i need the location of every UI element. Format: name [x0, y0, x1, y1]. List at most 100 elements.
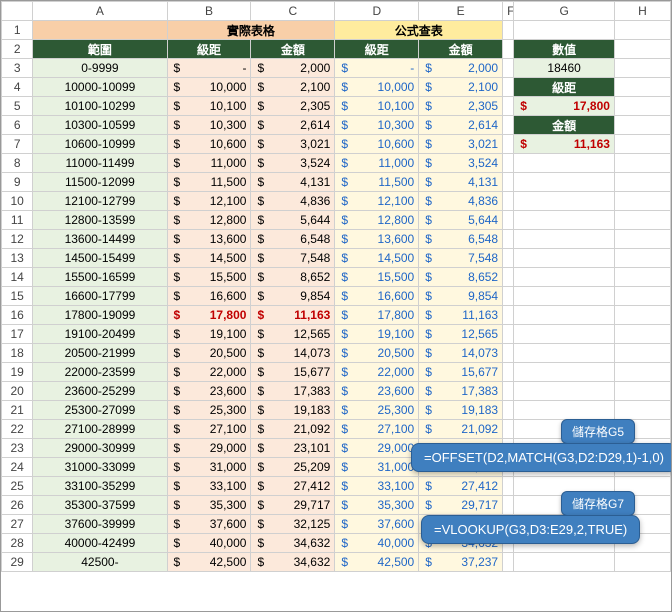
amount-cell[interactable]: 21,092	[251, 420, 335, 439]
amount-cell[interactable]: 5,644	[251, 211, 335, 230]
cell[interactable]	[503, 97, 514, 116]
step-cell-formula[interactable]: 10,100	[335, 97, 419, 116]
step-cell[interactable]: 31,000	[167, 458, 251, 477]
cell[interactable]	[503, 249, 514, 268]
row-header[interactable]: 14	[2, 268, 33, 287]
cell[interactable]	[614, 97, 670, 116]
amount-cell[interactable]: 2,305	[251, 97, 335, 116]
amount-cell-formula[interactable]: 2,100	[419, 78, 503, 97]
header-formula[interactable]: 公式查表	[335, 21, 503, 40]
step-cell[interactable]: 25,300	[167, 401, 251, 420]
range-cell[interactable]: 40000-42499	[33, 534, 167, 553]
step-cell[interactable]: 42,500	[167, 553, 251, 572]
cell[interactable]	[614, 287, 670, 306]
cell[interactable]	[503, 325, 514, 344]
cell[interactable]	[614, 553, 670, 572]
step-cell-formula[interactable]: 20,500	[335, 344, 419, 363]
cell[interactable]	[614, 21, 670, 40]
amount-cell-formula[interactable]: 14,073	[419, 344, 503, 363]
range-cell[interactable]: 23600-25299	[33, 382, 167, 401]
row-header[interactable]: 12	[2, 230, 33, 249]
cell[interactable]	[503, 382, 514, 401]
cell[interactable]	[614, 268, 670, 287]
step-cell[interactable]: -	[167, 59, 251, 78]
step-cell-formula[interactable]: 11,000	[335, 154, 419, 173]
amount-cell-formula[interactable]: 2,305	[419, 97, 503, 116]
col-header[interactable]: C	[251, 2, 335, 21]
cell[interactable]	[614, 401, 670, 420]
step-cell[interactable]: 27,100	[167, 420, 251, 439]
cell[interactable]	[614, 363, 670, 382]
cell[interactable]	[614, 306, 670, 325]
cell[interactable]	[514, 21, 615, 40]
cell[interactable]	[503, 401, 514, 420]
cell[interactable]	[614, 173, 670, 192]
cell[interactable]	[514, 268, 615, 287]
range-cell[interactable]: 35300-37599	[33, 496, 167, 515]
range-cell[interactable]: 29000-30999	[33, 439, 167, 458]
col-header[interactable]: B	[167, 2, 251, 21]
amount-cell[interactable]: 2,100	[251, 78, 335, 97]
step-cell[interactable]: 19,100	[167, 325, 251, 344]
range-cell[interactable]: 14500-15499	[33, 249, 167, 268]
amount-cell[interactable]: 4,836	[251, 192, 335, 211]
amount-cell-formula[interactable]: 7,548	[419, 249, 503, 268]
amount-cell-formula[interactable]: 6,548	[419, 230, 503, 249]
step-cell[interactable]: 23,600	[167, 382, 251, 401]
amount-cell[interactable]: 14,073	[251, 344, 335, 363]
cell[interactable]	[33, 21, 167, 40]
step-cell[interactable]: 29,000	[167, 439, 251, 458]
cell[interactable]	[503, 40, 514, 59]
col-header[interactable]: E	[419, 2, 503, 21]
header-step[interactable]: 級距	[335, 40, 419, 59]
corner-cell[interactable]	[2, 2, 33, 21]
cell[interactable]	[514, 382, 615, 401]
amount-cell[interactable]: 9,854	[251, 287, 335, 306]
cell[interactable]	[503, 59, 514, 78]
range-cell[interactable]: 16600-17799	[33, 287, 167, 306]
amount-cell[interactable]: 6,548	[251, 230, 335, 249]
header-step[interactable]: 級距	[167, 40, 251, 59]
amount-cell[interactable]: 27,412	[251, 477, 335, 496]
cell[interactable]	[614, 59, 670, 78]
cell[interactable]	[503, 135, 514, 154]
amount-cell[interactable]: 34,632	[251, 534, 335, 553]
cell[interactable]	[503, 363, 514, 382]
range-cell[interactable]: 10000-10099	[33, 78, 167, 97]
row-header[interactable]: 1	[2, 21, 33, 40]
step-cell-formula[interactable]: 27,100	[335, 420, 419, 439]
amount-cell[interactable]: 32,125	[251, 515, 335, 534]
amount-cell-formula[interactable]: 8,652	[419, 268, 503, 287]
range-cell[interactable]: 10300-10599	[33, 116, 167, 135]
cell[interactable]	[503, 287, 514, 306]
row-header[interactable]: 29	[2, 553, 33, 572]
step-cell[interactable]: 12,800	[167, 211, 251, 230]
step-cell[interactable]: 15,500	[167, 268, 251, 287]
cell[interactable]	[514, 401, 615, 420]
cell[interactable]	[514, 363, 615, 382]
step-cell[interactable]: 10,600	[167, 135, 251, 154]
step-cell[interactable]: 13,600	[167, 230, 251, 249]
range-cell[interactable]: 19100-20499	[33, 325, 167, 344]
amount-cell-formula[interactable]: 4,131	[419, 173, 503, 192]
step-cell[interactable]: 20,500	[167, 344, 251, 363]
range-cell[interactable]: 0-9999	[33, 59, 167, 78]
cell[interactable]	[514, 287, 615, 306]
cell[interactable]	[503, 306, 514, 325]
step-cell-formula[interactable]: 13,600	[335, 230, 419, 249]
range-cell[interactable]: 42500-	[33, 553, 167, 572]
row-header[interactable]: 26	[2, 496, 33, 515]
amount-cell[interactable]: 2,000	[251, 59, 335, 78]
cell[interactable]	[514, 344, 615, 363]
row-header[interactable]: 27	[2, 515, 33, 534]
cell[interactable]	[503, 192, 514, 211]
row-header[interactable]: 22	[2, 420, 33, 439]
step-cell[interactable]: 12,100	[167, 192, 251, 211]
step-cell-formula[interactable]: 37,600	[335, 515, 419, 534]
step-cell-formula[interactable]: 33,100	[335, 477, 419, 496]
row-header[interactable]: 23	[2, 439, 33, 458]
amount-cell[interactable]: 25,209	[251, 458, 335, 477]
step-cell-formula[interactable]: 10,600	[335, 135, 419, 154]
amount-cell-formula[interactable]: 2,614	[419, 116, 503, 135]
range-cell[interactable]: 13600-14499	[33, 230, 167, 249]
